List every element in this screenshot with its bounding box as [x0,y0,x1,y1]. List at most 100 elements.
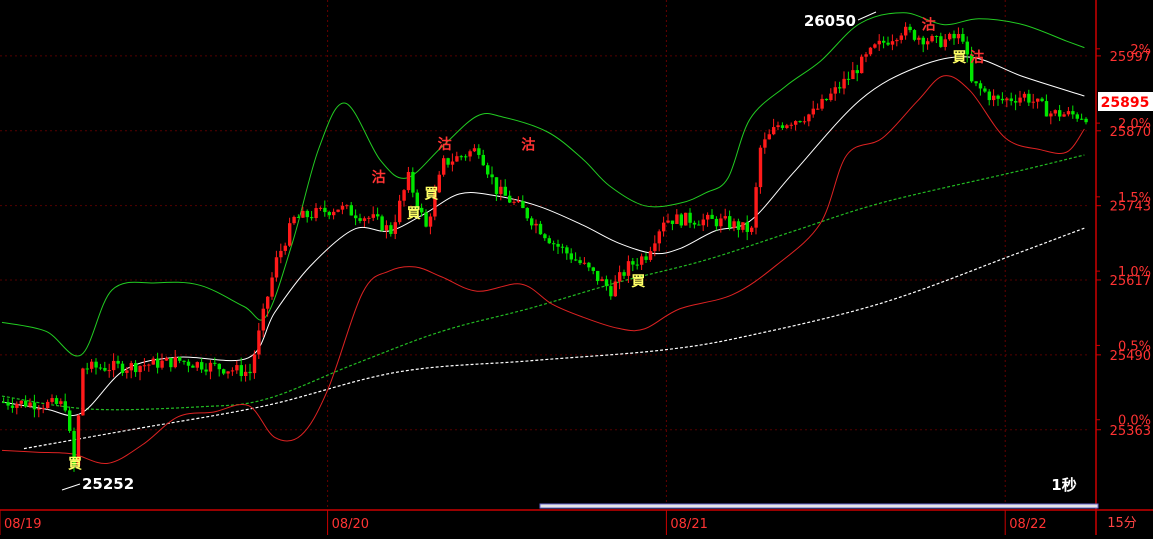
candle-body [543,234,547,239]
candle-body [631,261,635,265]
candle-body [204,369,208,372]
candle-body [367,217,371,219]
candle-body [389,225,393,234]
last-price-label: 25895 [1101,95,1150,111]
candle-body [613,281,617,297]
candle-body [213,362,217,364]
candle-body [851,70,855,80]
candle-body [1036,98,1040,102]
candle-body [442,158,446,175]
candle-body [301,210,305,218]
candle-body [618,272,622,282]
candle-body [235,365,239,371]
candle-body [521,201,525,209]
candle-body [217,363,221,370]
low-price-label: 25252 [82,475,134,493]
candle-body [94,361,98,368]
candle-body [961,33,965,42]
candle-body [398,200,402,223]
candle-body [547,238,551,244]
candle-body [732,221,736,228]
candle-body [675,214,679,224]
candle-body [98,367,103,369]
candle-body [244,371,248,377]
candle-body [600,279,604,282]
candle-body [283,245,287,251]
candle-body [1000,98,1005,101]
candle-body [1022,93,1027,98]
candle-body [802,121,807,123]
interval-label[interactable]: 15分 [1107,516,1137,531]
candle-body [116,360,120,364]
candle-body [464,156,468,158]
candle-body [996,95,1000,99]
candle-body [574,259,578,261]
candle-body [569,253,573,260]
candle-body [19,400,23,404]
candle-body [59,401,63,404]
candle-body [899,35,903,40]
candle-body [384,225,389,231]
percent-tick-label: 1.5% [1118,191,1151,206]
candle-body [468,151,472,157]
candle-body [538,223,543,235]
candle-body [120,363,125,373]
candle-body [296,216,301,218]
candle-body [239,365,243,377]
candle-body [380,216,384,231]
percent-tick-label: 2% [1130,43,1151,58]
candle-body [41,407,45,409]
candle-body [1018,97,1022,103]
candle-body [252,354,257,374]
candle-body [499,186,503,195]
time-scrollbar[interactable] [539,503,1099,509]
candle-body [54,398,59,404]
candle-body [336,209,340,212]
candle-body [754,187,758,228]
candle-body [983,88,987,92]
candle-body [934,36,939,38]
candle-body [459,156,463,158]
date-label: 08/19 [4,517,41,532]
candle-body [525,208,529,219]
candle-body [807,114,811,122]
candle-body [354,215,358,219]
candle-body [411,171,415,193]
candle-body [943,39,947,47]
candle-body [741,222,745,230]
candle-body [428,216,433,227]
candle-body [138,365,142,373]
candle-body [151,358,155,365]
candle-body [890,41,895,45]
candle-body [1084,118,1088,123]
candle-body [763,139,767,148]
candle-body [798,121,802,123]
candle-body [917,37,921,40]
candle-body [626,261,631,276]
buy-signal-label: 買 [952,50,967,66]
candle-body [2,402,6,404]
candle-body [956,33,961,39]
candle-body [604,279,609,287]
candle-body [1005,98,1009,101]
candle-body [534,223,538,226]
candle-body [288,223,292,246]
candle-body [714,218,719,227]
candle-body [450,161,455,165]
candle-body [107,370,111,372]
candle-body [112,360,116,371]
candle-body [37,408,41,410]
high-price-label: 26050 [804,12,856,30]
candle-body [455,156,459,162]
candle-body [503,186,507,196]
candle-body [178,356,182,361]
candle-body [622,272,626,276]
candle-body [274,257,279,278]
candle-body [921,37,925,45]
date-label: 08/22 [1009,517,1046,532]
candle-body [789,124,793,126]
candle-body [1071,111,1075,115]
candle-body [305,210,309,218]
candle-body [310,217,314,219]
candle-body [692,222,697,225]
